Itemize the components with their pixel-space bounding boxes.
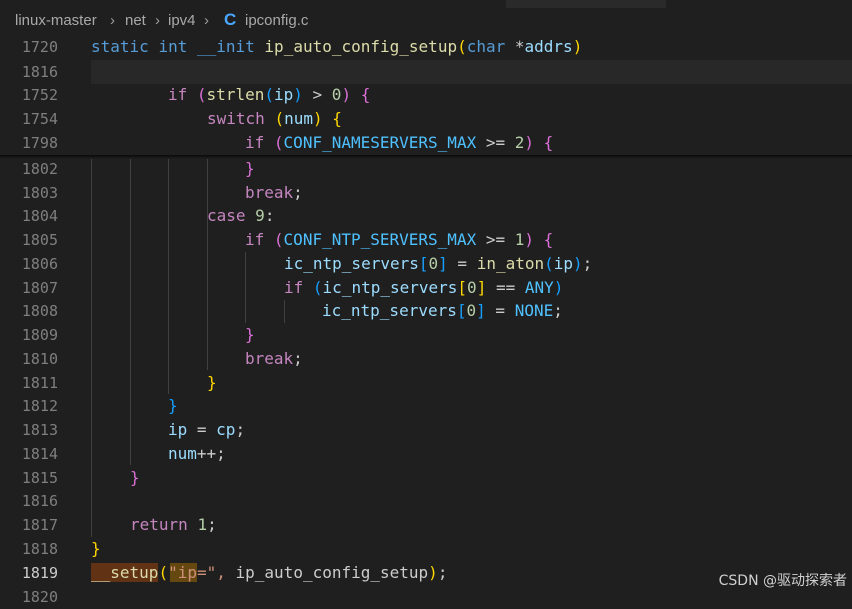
line-number: 1720 <box>21 38 58 56</box>
line-number: 1798 <box>21 134 58 152</box>
code-text: } <box>91 539 101 558</box>
code-text: } <box>245 159 255 178</box>
line-number: 1804 <box>21 207 58 225</box>
tab-strip-remnant <box>506 0 666 8</box>
code-text: static int __init ip_auto_config_setup(c… <box>91 37 583 56</box>
line-number: 1815 <box>21 469 58 487</box>
code-line[interactable]: 1814 num++; <box>0 442 852 466</box>
sticky-line[interactable]: 1720 static int __init ip_auto_config_se… <box>0 35 852 59</box>
sticky-line[interactable]: 1798 if (CONF_NAMESERVERS_MAX >= 2) { <box>0 131 852 155</box>
code-text: } <box>130 468 140 487</box>
line-number: 1806 <box>21 255 58 273</box>
code-text: ic_ntp_servers[0] = in_aton(ip); <box>284 254 593 273</box>
code-line[interactable]: 1803 break; <box>0 181 852 205</box>
code-line[interactable]: 1816 <box>0 489 852 513</box>
line-number: 1812 <box>21 397 58 415</box>
code-text: return 1; <box>130 515 217 534</box>
code-text: } <box>207 373 217 392</box>
line-number: 1809 <box>21 326 58 344</box>
line-number: 1803 <box>21 184 58 202</box>
code-text: __setup("ip=", ip_auto_config_setup); <box>91 563 448 582</box>
breadcrumb-folder-net[interactable]: net <box>125 12 146 29</box>
code-text: num++; <box>168 444 226 463</box>
code-line[interactable]: 1812 } <box>0 394 852 418</box>
sticky-line[interactable]: 1752 if (strlen(ip) > 0) { <box>0 83 852 107</box>
code-text: if (CONF_NAMESERVERS_MAX >= 2) { <box>245 133 554 152</box>
code-text: if (CONF_NTP_SERVERS_MAX >= 1) { <box>245 230 554 249</box>
line-number: 1807 <box>21 279 58 297</box>
code-line[interactable]: 1811 } <box>0 371 852 395</box>
line-number: 1817 <box>21 516 58 534</box>
c-file-icon: C <box>224 10 237 29</box>
code-text: ic_ntp_servers[0] = NONE; <box>322 301 563 320</box>
code-line[interactable]: 1806 ic_ntp_servers[0] = in_aton(ip); <box>0 252 852 276</box>
line-number: 1810 <box>21 350 58 368</box>
code-line[interactable]: 1808 ic_ntp_servers[0] = NONE; <box>0 299 852 323</box>
line-number: 1816 <box>21 492 58 510</box>
breadcrumb: linux-master › net › ipv4 › C ipconfig.c <box>0 0 852 36</box>
chevron-right-icon: › <box>155 12 160 29</box>
code-text: if (strlen(ip) > 0) { <box>168 85 371 104</box>
chevron-right-icon: › <box>204 12 209 29</box>
line-number: 1808 <box>21 302 58 320</box>
code-line[interactable]: 1807 if (ic_ntp_servers[0] == ANY) <box>0 276 852 300</box>
breadcrumb-folder-ipv4[interactable]: ipv4 <box>168 12 196 29</box>
line-number: 1818 <box>21 540 58 558</box>
breadcrumb-file[interactable]: ipconfig.c <box>245 12 308 29</box>
line-number: 1752 <box>21 86 58 104</box>
watermark: CSDN @驱动探索者 <box>718 573 847 589</box>
line-number: 1805 <box>21 231 58 249</box>
code-line[interactable]: 1809 } <box>0 323 852 347</box>
breadcrumb-folder-linux-master[interactable]: linux-master <box>15 12 97 29</box>
code-text: ip = cp; <box>168 420 246 439</box>
code-line[interactable]: 1817 return 1; <box>0 513 852 537</box>
code-line[interactable]: 1810 break; <box>0 347 852 371</box>
code-text: } <box>245 325 255 344</box>
code-text: if (ic_ntp_servers[0] == ANY) <box>284 278 564 297</box>
code-line[interactable]: 1805 if (CONF_NTP_SERVERS_MAX >= 1) { <box>0 228 852 252</box>
code-line[interactable]: 1815 } <box>0 466 852 490</box>
sticky-line[interactable]: 1816 <box>0 60 852 84</box>
line-number: 1754 <box>21 110 58 128</box>
code-text: case 9: <box>207 206 275 225</box>
line-number: 1816 <box>21 63 58 81</box>
code-line[interactable]: 1818 } <box>0 537 852 561</box>
chevron-right-icon: › <box>110 12 115 29</box>
line-number: 1811 <box>21 374 58 392</box>
line-number: 1820 <box>21 588 58 606</box>
code-text: } <box>168 396 178 415</box>
line-number: 1813 <box>21 421 58 439</box>
code-line[interactable]: 1802 } <box>0 157 852 181</box>
code-text: break; <box>245 349 303 368</box>
code-line[interactable]: 1813 ip = cp; <box>0 418 852 442</box>
line-number: 1814 <box>21 445 58 463</box>
line-number: 1819 <box>21 564 58 582</box>
code-line[interactable]: 1804 case 9: <box>0 204 852 228</box>
line-number: 1802 <box>21 160 58 178</box>
code-text: break; <box>245 183 303 202</box>
code-text: switch (num) { <box>207 109 342 128</box>
sticky-line[interactable]: 1754 switch (num) { <box>0 107 852 131</box>
